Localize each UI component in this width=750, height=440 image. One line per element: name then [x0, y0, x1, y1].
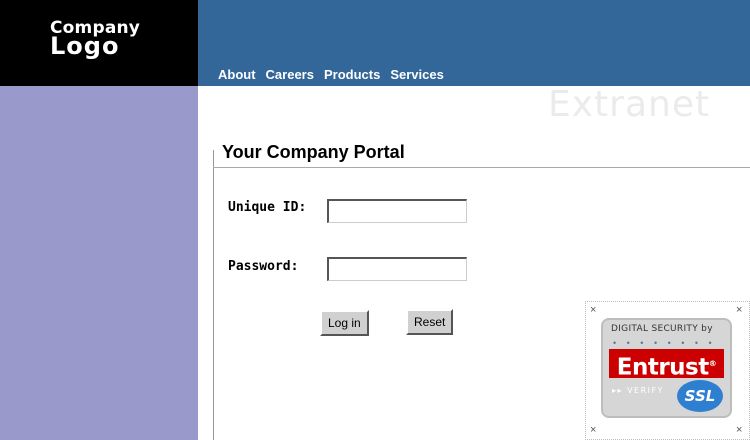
portal-title-divider [213, 167, 750, 168]
seal-close-icon[interactable]: × [736, 424, 742, 436]
unique-id-label: Unique ID: [228, 200, 307, 215]
password-label: Password: [228, 259, 299, 274]
password-input[interactable] [327, 257, 467, 281]
portal-left-divider [213, 150, 214, 440]
seal-close-icon[interactable]: × [590, 424, 596, 436]
nav-link-products[interactable]: Products [324, 67, 380, 82]
seal-dots: • • • • • • • • [613, 338, 716, 348]
company-logo[interactable]: Company Logo [0, 0, 198, 86]
seal-registered-mark: ® [708, 359, 717, 368]
login-button[interactable]: Log in [320, 310, 369, 336]
seal-close-icon[interactable]: × [736, 304, 742, 316]
logo-text-logo: Logo [50, 32, 120, 60]
seal-top-text: DIGITAL SECURITY by [611, 324, 713, 334]
nav-link-services[interactable]: Services [390, 67, 444, 82]
nav-link-about[interactable]: About [218, 67, 256, 82]
nav-link-careers[interactable]: Careers [266, 67, 314, 82]
seal-brand-text: Entrust [616, 354, 709, 381]
extranet-watermark: Extranet [548, 84, 711, 125]
seal-brand-logo: Entrust® [609, 349, 724, 381]
entrust-ssl-seal[interactable]: DIGITAL SECURITY by • • • • • • • • Entr… [601, 318, 732, 418]
seal-close-icon[interactable]: × [590, 304, 596, 316]
reset-button[interactable]: Reset [406, 309, 454, 335]
seal-verify-text: ▸▸ VERIFY [612, 386, 665, 395]
top-nav: About Careers Products Services [218, 67, 444, 82]
ssl-badge-icon: SSL [677, 380, 723, 412]
unique-id-input[interactable] [327, 199, 467, 223]
sidebar [0, 86, 198, 440]
page-title: Your Company Portal [222, 142, 405, 162]
